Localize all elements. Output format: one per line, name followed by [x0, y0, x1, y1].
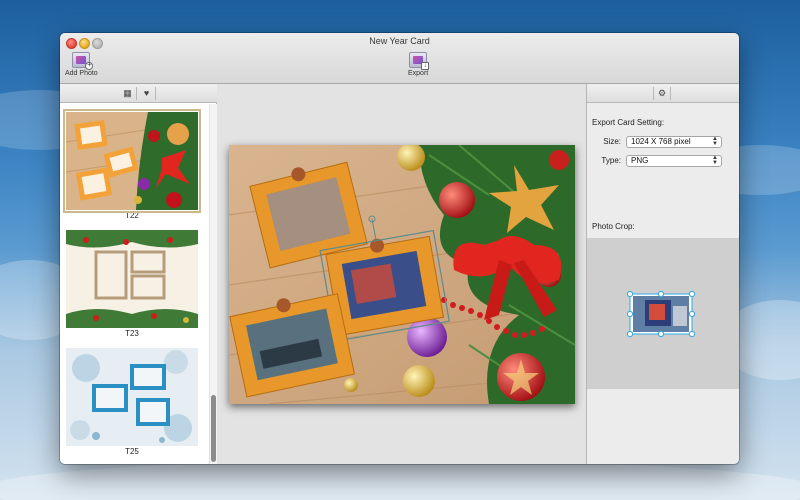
- gear-icon[interactable]: ⚙: [653, 87, 671, 100]
- export-label: Export: [408, 70, 429, 77]
- type-value: PNG: [631, 156, 649, 165]
- sidebar-tabs: ▦ ♥: [60, 84, 217, 103]
- template-item-t23[interactable]: T23: [66, 230, 198, 338]
- template-label: T22: [125, 211, 139, 220]
- type-select[interactable]: PNG ▲ ▼: [626, 155, 722, 167]
- size-value: 1024 X 768 pixel: [631, 137, 691, 146]
- template-list: T22 T23 T25: [60, 104, 208, 464]
- template-item-t22[interactable]: T22: [63, 109, 201, 220]
- add-photo-icon: +: [72, 52, 94, 70]
- template-thumbnail: [66, 348, 198, 446]
- grid-icon[interactable]: ▦: [119, 87, 137, 100]
- export-settings-heading: Export Card Setting:: [592, 118, 665, 127]
- titlebar: New Year Card + Add Photo ↓ Export: [60, 33, 739, 84]
- size-select[interactable]: 1024 X 768 pixel ▲ ▼: [626, 136, 722, 148]
- template-thumbnail: [66, 230, 198, 328]
- template-label: T23: [125, 329, 139, 338]
- type-label: Type:: [601, 156, 621, 165]
- app-window: New Year Card + Add Photo ↓ Export ▦ ♥ T…: [60, 33, 739, 464]
- photo-crop-area[interactable]: [587, 238, 739, 389]
- card-preview[interactable]: [229, 145, 575, 404]
- add-photo-button[interactable]: + Add Photo: [65, 52, 98, 77]
- scrollbar-thumb[interactable]: [211, 395, 216, 462]
- crop-preview: [626, 290, 696, 338]
- card-canvas-area: [217, 84, 586, 464]
- size-label: Size:: [603, 137, 621, 146]
- photo-crop-heading: Photo Crop:: [592, 222, 635, 231]
- template-thumbnail: [63, 109, 201, 213]
- template-sidebar: ▦ ♥ T22 T23 T25: [60, 84, 217, 464]
- heart-icon[interactable]: ♥: [138, 87, 156, 100]
- settings-tabs: ⚙: [587, 84, 739, 103]
- window-title: New Year Card: [369, 36, 430, 46]
- settings-panel: ⚙ Export Card Setting: Size: 1024 X 768 …: [586, 84, 739, 464]
- select-arrows-icon: ▲ ▼: [712, 136, 718, 147]
- export-button[interactable]: ↓ Export: [408, 52, 430, 77]
- template-item-t25[interactable]: T25: [66, 348, 198, 456]
- export-icon: ↓: [409, 52, 430, 70]
- template-list-scrollbar[interactable]: [209, 104, 217, 464]
- select-arrows-icon: ▲ ▼: [712, 155, 718, 166]
- add-photo-label: Add Photo: [65, 70, 98, 77]
- card-image: [229, 145, 575, 404]
- template-label: T25: [125, 447, 139, 456]
